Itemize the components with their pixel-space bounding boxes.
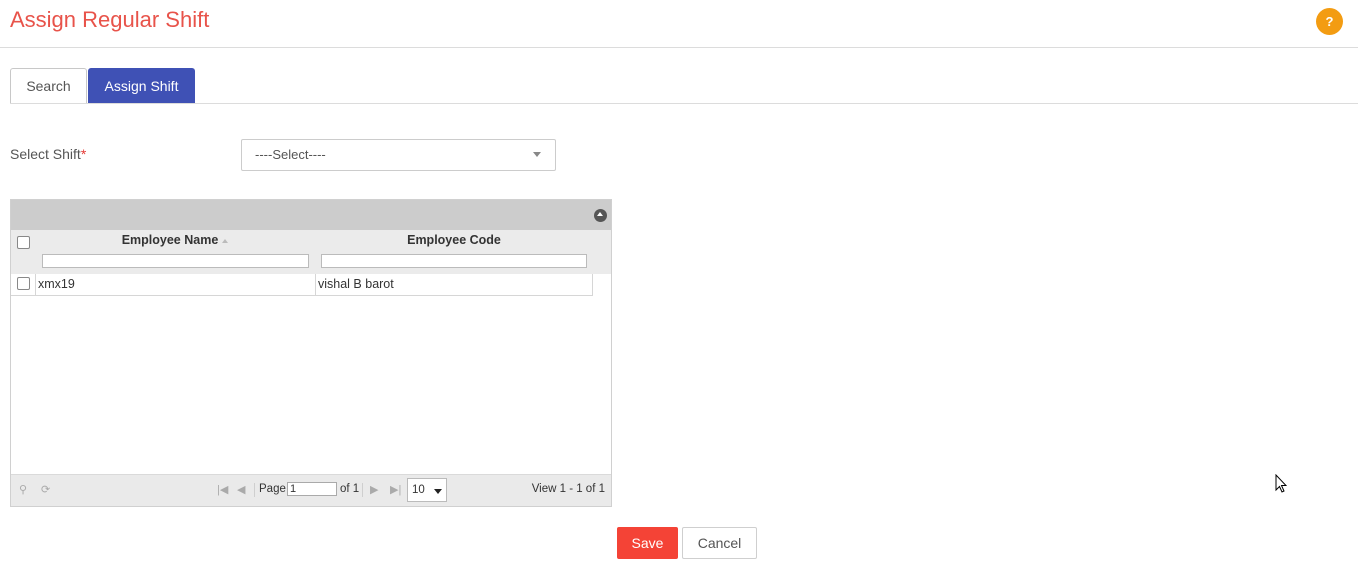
filter-employee-name-input[interactable] xyxy=(42,254,309,268)
row-checkbox[interactable] xyxy=(17,277,30,290)
collapse-icon[interactable] xyxy=(594,209,607,222)
pager-separator xyxy=(362,483,363,497)
help-button[interactable]: ? xyxy=(1316,8,1343,35)
dropdown-caret-icon xyxy=(434,489,442,494)
select-shift-dropdown[interactable]: ----Select---- xyxy=(241,139,556,171)
last-page-icon[interactable]: ▶| xyxy=(390,483,401,496)
header-divider xyxy=(0,47,1358,48)
tab-assign-shift[interactable]: Assign Shift xyxy=(88,68,195,103)
select-shift-value: ----Select---- xyxy=(255,147,326,162)
column-header-employee-name[interactable]: Employee Name xyxy=(35,233,315,247)
page-label: Page xyxy=(259,483,286,495)
next-page-icon[interactable]: ▶ xyxy=(370,483,378,496)
tabs-divider xyxy=(10,103,1358,104)
select-shift-label-text: Select Shift xyxy=(10,146,81,162)
dropdown-caret-icon xyxy=(533,152,541,157)
grid-header: Employee Name Employee Code xyxy=(11,230,611,274)
page-number-input[interactable]: 1 xyxy=(287,482,337,496)
page-size-value: 10 xyxy=(412,484,425,496)
view-range-text: View 1 - 1 of 1 xyxy=(531,483,605,495)
pager-separator xyxy=(254,483,255,497)
save-button[interactable]: Save xyxy=(617,527,678,559)
employee-grid: Employee Name Employee Code xmx19 vishal… xyxy=(10,199,612,507)
grid-titlebar xyxy=(11,200,611,230)
filter-employee-code-input[interactable] xyxy=(321,254,587,268)
first-page-icon[interactable]: |◀ xyxy=(217,483,228,496)
page-size-select[interactable]: 10 xyxy=(407,478,447,502)
mouse-cursor-icon xyxy=(1275,474,1287,493)
help-icon: ? xyxy=(1325,14,1334,29)
cell-employee-code: vishal B barot xyxy=(315,274,593,295)
select-shift-label: Select Shift* xyxy=(10,146,86,162)
column-header-employee-code[interactable]: Employee Code xyxy=(315,233,593,247)
select-all-checkbox[interactable] xyxy=(17,236,30,249)
page-of-label: of 1 xyxy=(340,483,360,495)
refresh-icon[interactable]: ⟳ xyxy=(41,483,50,496)
table-row[interactable]: xmx19 vishal B barot xyxy=(11,274,593,296)
page-title: Assign Regular Shift xyxy=(10,7,210,32)
column-header-employee-name-label: Employee Name xyxy=(121,233,219,247)
grid-pager: ⚲ ⟳ |◀ ◀ Page 1 of 1 ▶ ▶| 10 View 1 - 1 … xyxy=(11,474,611,506)
tab-search[interactable]: Search xyxy=(10,68,87,103)
search-icon[interactable]: ⚲ xyxy=(19,483,27,496)
sort-icon[interactable] xyxy=(222,238,229,243)
prev-page-icon[interactable]: ◀ xyxy=(237,483,245,496)
cell-employee-name: xmx19 xyxy=(35,274,315,295)
required-marker: * xyxy=(80,146,87,162)
cancel-button[interactable]: Cancel xyxy=(682,527,757,559)
